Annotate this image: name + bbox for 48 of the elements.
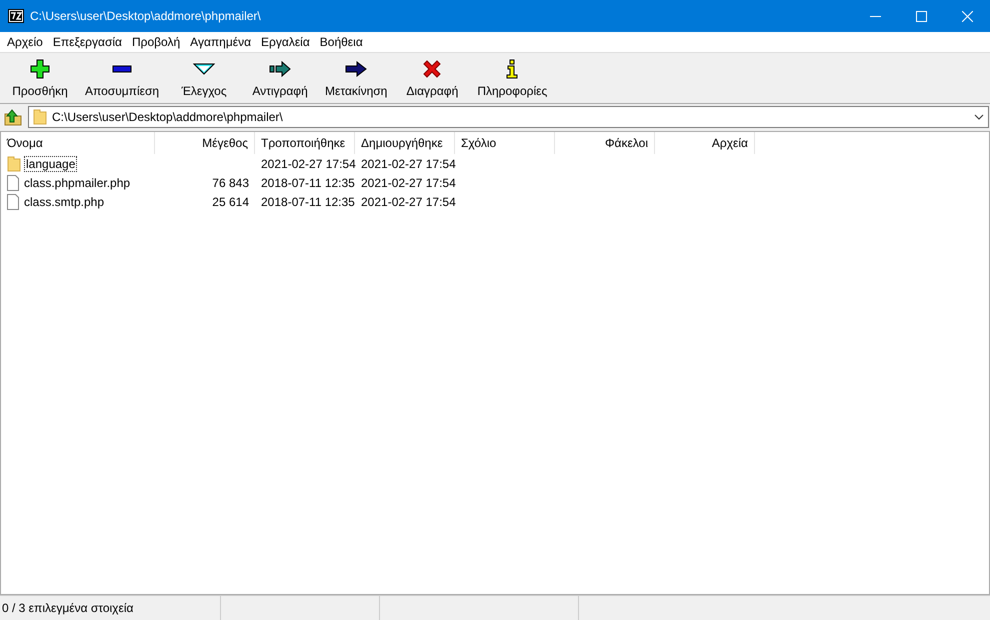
column-header[interactable]: Δημιουργήθηκε	[355, 132, 455, 154]
table-cell: 2018-07-11 12:35	[261, 176, 355, 190]
table-cell: 76 843	[212, 176, 249, 190]
file-icon	[7, 194, 19, 210]
table-cell: 2021-02-27 17:54	[261, 156, 356, 170]
menu-item[interactable]: Βοήθεια	[314, 35, 368, 49]
column-header[interactable]: Μέγεθος	[155, 132, 255, 154]
app-icon	[8, 9, 24, 23]
maximize-icon[interactable]	[916, 10, 927, 22]
window-title: C:\Users\user\Desktop\addmore\phpmailer\	[30, 9, 261, 23]
folder-icon	[7, 156, 21, 172]
column-header[interactable]: Αρχεία	[655, 132, 755, 154]
address-field[interactable]: C:\Users\user\Desktop\addmore\phpmailer\	[28, 106, 989, 128]
toolbar-button[interactable]: Μετακίνηση	[320, 53, 392, 100]
cross-icon	[422, 59, 442, 79]
menu-item[interactable]: Προβολή	[126, 35, 186, 49]
menu-item[interactable]: Αγαπημένα	[185, 35, 256, 49]
toolbar-button[interactable]: Πληροφορίες	[472, 53, 552, 100]
chevron-down-icon[interactable]	[974, 114, 984, 120]
menu-item[interactable]: Αρχείο	[2, 35, 48, 49]
table-cell: 2021-02-27 17:54	[361, 194, 456, 208]
file-icon	[7, 174, 19, 190]
column-header[interactable]: Όνομα	[1, 132, 155, 154]
toolbar-button[interactable]: Διαγραφή	[396, 53, 468, 100]
file-name[interactable]: class.phpmailer.php	[22, 174, 132, 190]
column-header[interactable]: Σχόλιο	[455, 132, 555, 154]
folder-icon	[33, 109, 47, 125]
toolbar-button[interactable]: Αντιγραφή	[244, 53, 316, 100]
table-cell: 2021-02-27 17:54	[361, 176, 456, 190]
toolbar-button[interactable]: Έλεγχος	[168, 53, 240, 100]
toolbar-button[interactable]: Προσθήκη	[4, 53, 76, 100]
column-header[interactable]: Φάκελοι	[555, 132, 655, 154]
file-name[interactable]: class.smtp.php	[22, 194, 106, 210]
up-folder-icon[interactable]	[4, 108, 22, 126]
column-header[interactable]: Τροποποιήθηκε	[255, 132, 355, 154]
table-cell: 25 614	[212, 194, 249, 208]
toolbar-button[interactable]: Αποσυμπίεση	[80, 53, 164, 100]
menu-item[interactable]: Εργαλεία	[256, 35, 315, 49]
menu-item[interactable]: Επεξεργασία	[48, 35, 127, 49]
file-name[interactable]: language	[24, 156, 78, 172]
arrow-icon	[269, 59, 292, 79]
info-icon	[505, 59, 520, 79]
plus-icon	[30, 59, 50, 79]
table-cell: 2018-07-11 12:35	[261, 194, 355, 208]
status-text: 0 / 3 επιλεγμένα στοιχεία	[0, 596, 221, 620]
table-cell: 2021-02-27 17:54	[361, 156, 456, 170]
arrow-icon	[345, 59, 368, 79]
close-icon[interactable]	[962, 10, 973, 22]
